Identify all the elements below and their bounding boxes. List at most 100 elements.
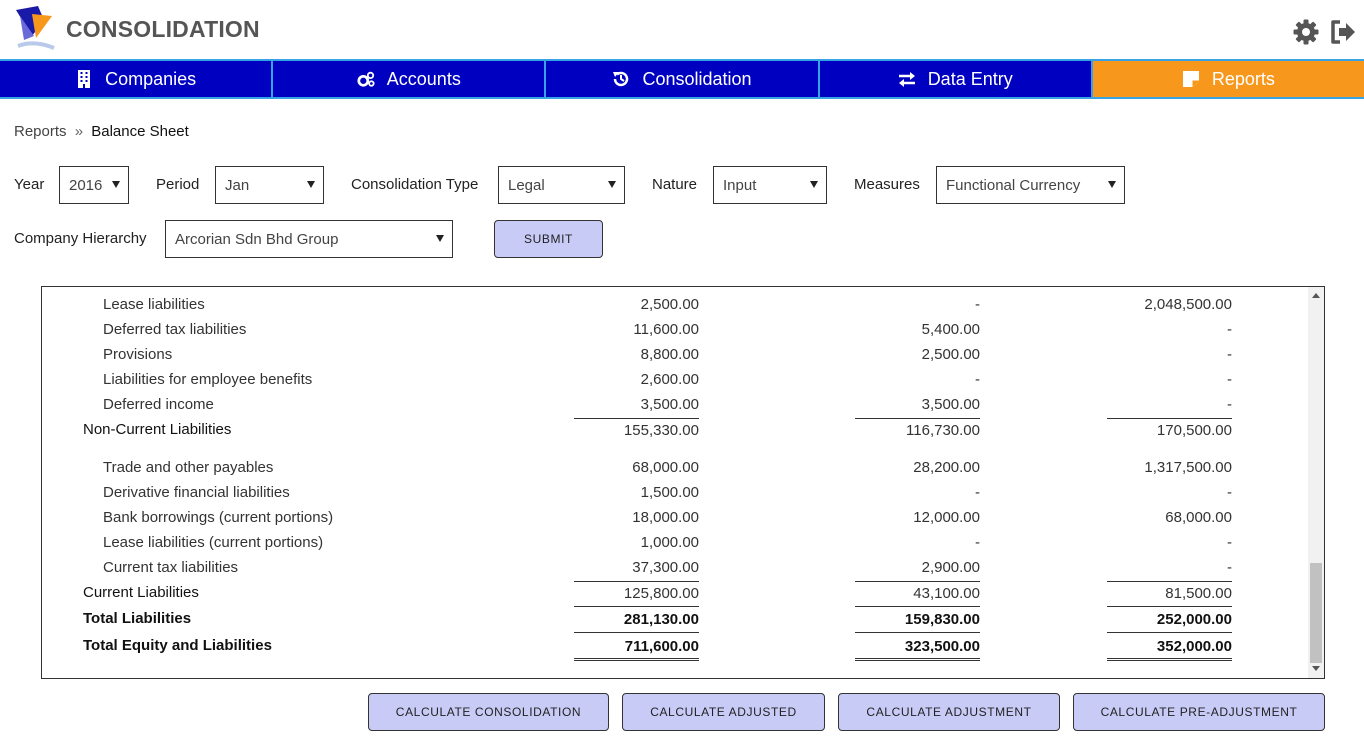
row-label: Current tax liabilities (103, 559, 239, 576)
row-value-col2: - (975, 484, 980, 501)
row-value-col3: - (1227, 371, 1232, 388)
row-value-col2: 2,900.00 (921, 559, 980, 576)
row-value-col2: 159,830.00 (904, 611, 980, 628)
report-row: Lease liabilities 2,500.00 - 2,048,500.00 (42, 294, 1308, 318)
row-value-col3: - (1227, 396, 1232, 413)
year-label: Year (14, 176, 45, 193)
measures-select[interactable]: Functional Currency (936, 166, 1125, 204)
nav-item-companies[interactable]: Companies (0, 61, 274, 97)
subtotal-rule (574, 632, 699, 633)
chevron-down-icon (307, 181, 315, 188)
report-row: Liabilities for employee benefits 2,600.0… (42, 369, 1308, 393)
row-value-col1: 281,130.00 (623, 611, 699, 628)
report-row: Deferred tax liabilities 11,600.00 5,400.0… (42, 319, 1308, 343)
row-value-col2: 323,500.00 (904, 638, 980, 655)
consolidation-type-value: Legal (508, 176, 545, 194)
submit-button[interactable]: SUBMIT (494, 220, 603, 258)
company-hierarchy-label: Company Hierarchy (14, 230, 147, 247)
row-value-col3: 252,000.00 (1156, 611, 1232, 628)
breadcrumb-separator: » (74, 123, 84, 140)
row-label: Current Liabilities (83, 584, 199, 601)
row-label: Lease liabilities (103, 296, 205, 313)
subtotal-rule (855, 606, 980, 607)
nav-label: Data Entry (927, 68, 1013, 89)
row-value-col1: 711,600.00 (624, 638, 699, 655)
year-select[interactable]: 2016 (59, 166, 129, 204)
row-value-col3: 68,000.00 (1165, 509, 1232, 526)
row-value-col3: - (1227, 484, 1232, 501)
calculate-pre-adjustment-button[interactable]: CALCULATE PRE-ADJUSTMENT (1073, 693, 1325, 731)
row-value-col1: 37,300.00 (632, 559, 699, 576)
note-icon (1182, 71, 1199, 87)
nature-value: Input (723, 176, 757, 194)
row-value-col3: - (1227, 321, 1232, 338)
exchange-icon (898, 72, 915, 87)
year-value: 2016 (69, 176, 103, 194)
row-value-col1: 18,000.00 (632, 509, 699, 526)
cogs-icon (357, 71, 375, 87)
nav-label: Accounts (386, 68, 461, 89)
vertical-scrollbar[interactable] (1308, 287, 1324, 678)
row-label: Deferred income (103, 396, 214, 413)
nav-item-consolidation[interactable]: Consolidation (546, 61, 820, 97)
breadcrumb-current: Balance Sheet (91, 123, 189, 140)
scroll-thumb[interactable] (1310, 563, 1322, 663)
row-value-col3: - (1227, 346, 1232, 363)
row-value-col2: 2,500.00 (921, 346, 980, 363)
scroll-up-icon[interactable] (1312, 293, 1320, 298)
nav-label: Companies (105, 68, 197, 89)
row-label: Total Equity and Liabilities (83, 637, 272, 654)
subtotal-rule (855, 632, 980, 633)
scroll-down-icon[interactable] (1312, 666, 1320, 671)
report-row: Current tax liabilities 37,300.00 2,900.00… (42, 557, 1308, 581)
nav-item-accounts[interactable]: Accounts (273, 61, 547, 97)
subtotal-rule (1107, 632, 1232, 633)
breadcrumb-reports[interactable]: Reports (14, 123, 67, 140)
row-value-col1: 125,800.00 (623, 585, 699, 602)
row-label: Bank borrowings (current portions) (103, 509, 334, 526)
nature-select[interactable]: Input (713, 166, 827, 204)
nav-item-data-entry[interactable]: Data Entry (819, 61, 1093, 97)
company-hierarchy-select[interactable]: Arcorian Sdn Bhd Group (165, 220, 453, 258)
breadcrumb: Reports » Balance Sheet (14, 123, 189, 140)
row-value-col1: 68,000.00 (632, 459, 699, 476)
row-value-col3: 352,000.00 (1156, 638, 1232, 655)
nav-item-reports[interactable]: Reports (1092, 61, 1364, 97)
row-value-col1: 155,330.00 (623, 422, 699, 439)
report-row: Lease liabilities (current portions) 1,00… (42, 532, 1308, 556)
row-label: Liabilities for employee benefits (103, 371, 313, 388)
report-total-row: Total Liabilities 281,130.00 159,830.00 252… (42, 608, 1308, 632)
nature-label: Nature (652, 176, 698, 193)
row-label: Derivative financial liabilities (103, 484, 290, 501)
period-select[interactable]: Jan (215, 166, 324, 204)
calculate-adjustment-button[interactable]: CALCULATE ADJUSTMENT (838, 693, 1060, 731)
row-value-col1: 2,600.00 (640, 371, 699, 388)
row-label: Deferred tax liabilities (103, 321, 247, 338)
calculate-consolidation-button[interactable]: CALCULATE CONSOLIDATION (368, 693, 609, 731)
row-value-col2: 116,730.00 (906, 422, 980, 439)
app-logo (16, 6, 55, 50)
row-value-col1: 8,800.00 (640, 346, 699, 363)
row-value-col3: 1,317,500.00 (1144, 459, 1232, 476)
building-icon (78, 70, 91, 88)
row-value-col2: 5,400.00 (921, 321, 980, 338)
logout-icon[interactable] (1329, 18, 1357, 46)
report-row: Derivative financial liabilities 1,500.00… (42, 482, 1308, 506)
grand-total-double-rule (1107, 658, 1232, 661)
row-value-col1: 2,500.00 (640, 296, 699, 313)
gear-icon[interactable] (1292, 18, 1320, 46)
consolidation-type-label: Consolidation Type (351, 176, 479, 193)
row-value-col2: - (975, 371, 980, 388)
report-total-row: Current Liabilities 125,800.00 43,100.00 81… (42, 582, 1308, 606)
period-label: Period (156, 176, 200, 193)
grand-total-double-rule (574, 658, 699, 661)
calculate-adjusted-button[interactable]: CALCULATE ADJUSTED (622, 693, 825, 731)
history-icon (613, 71, 629, 87)
app-header: CONSOLIDATION (0, 0, 1364, 59)
period-value: Jan (225, 176, 250, 194)
report-row: Deferred income 3,500.00 3,500.00 - (42, 394, 1308, 418)
measures-value: Functional Currency (946, 176, 1081, 194)
consolidation-type-select[interactable]: Legal (498, 166, 625, 204)
chevron-down-icon (608, 181, 616, 188)
row-value-col3: - (1227, 534, 1232, 551)
